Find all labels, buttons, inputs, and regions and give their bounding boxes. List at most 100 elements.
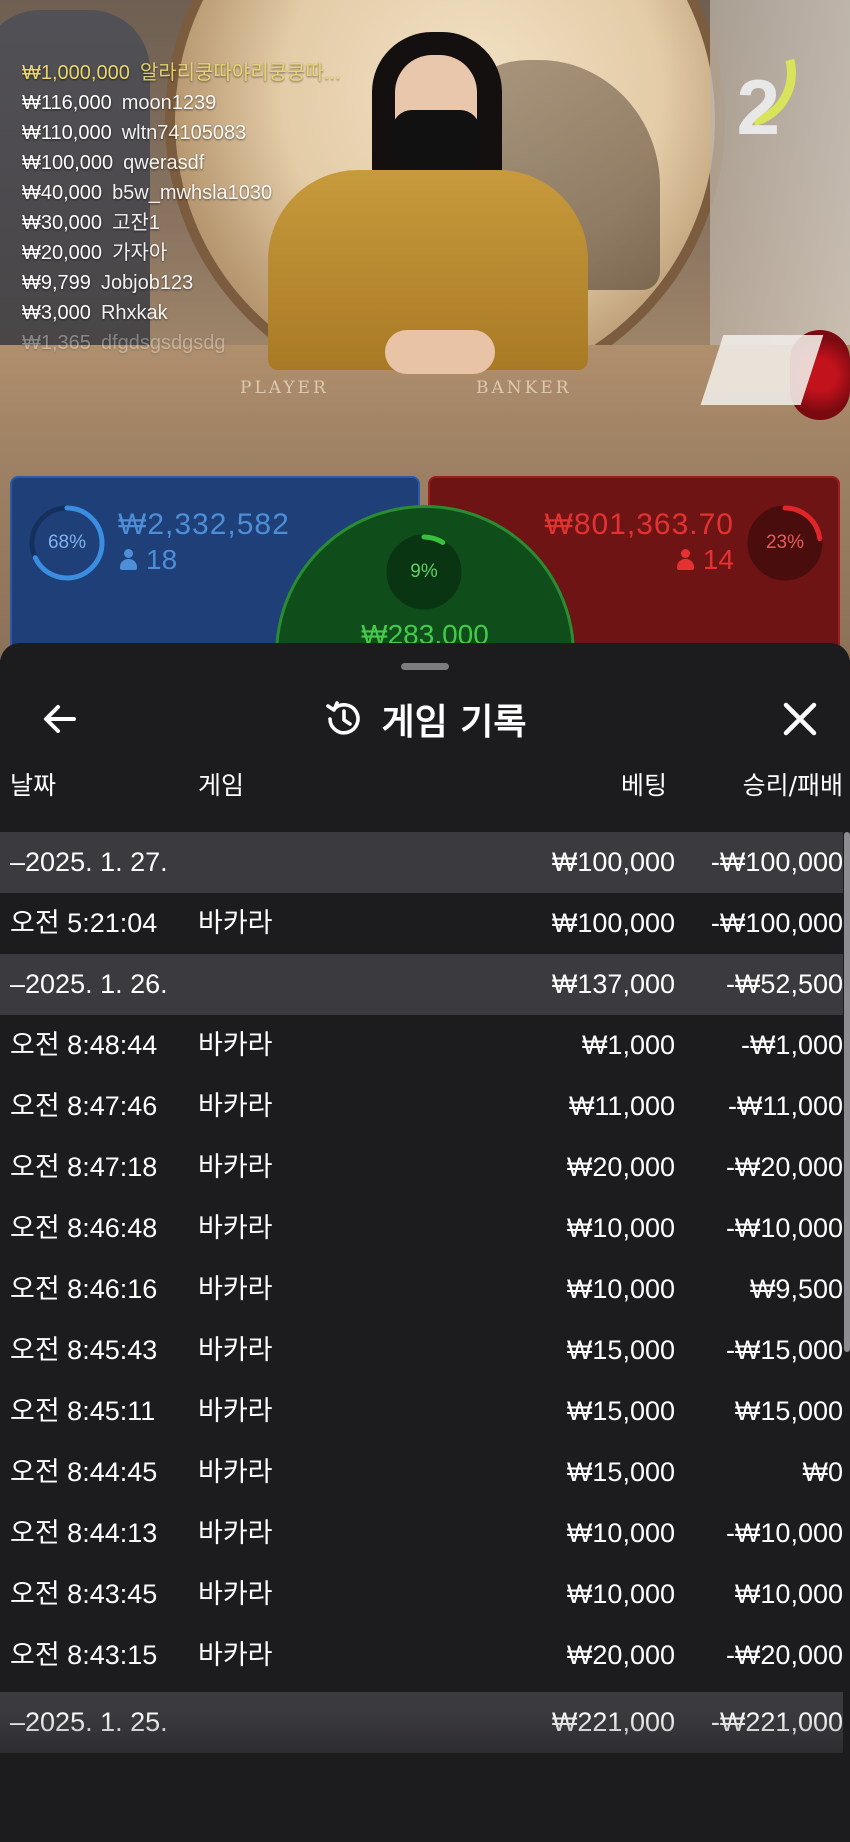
chat-username: b5w_mwhsla1030 [112, 182, 273, 204]
banker-count: 14 [676, 544, 734, 576]
row-result: ₩10,000 [734, 1579, 843, 1609]
chat-amount: ₩110,000 [22, 122, 112, 144]
history-row: 오전 8:45:11 바카라 ₩15,000 ₩15,000 [0, 1381, 843, 1442]
row-time: 오전 8:45:43 [10, 1335, 158, 1365]
row-result: -₩10,000 [725, 1518, 843, 1548]
row-game: 바카라 [198, 1579, 273, 1609]
chat-message: ₩40,000 b5w_mwhsla1030 [22, 178, 362, 208]
date-group-row[interactable]: –2025. 1. 27. ₩100,000 -₩100,000 [0, 832, 843, 893]
row-bet: ₩20,000 [566, 1640, 675, 1670]
column-header-game: 게임 [198, 771, 245, 800]
chat-username: Rhxkak [100, 302, 168, 324]
row-time: 오전 5:21:04 [10, 908, 158, 938]
row-time: 오전 8:44:45 [10, 1457, 158, 1487]
row-result: ₩0 [802, 1457, 844, 1487]
row-time: 오전 8:44:13 [10, 1518, 158, 1548]
chat-message: ₩110,000 wltn74105083 [22, 118, 362, 148]
chat-message: ₩9,799 Jobjob123 [22, 268, 362, 298]
person-icon [676, 549, 694, 571]
chat-username: 알라리쿵따야리쿵쿵따... [139, 62, 341, 84]
row-time: 오전 8:46:16 [10, 1274, 158, 1304]
chat-amount: ₩100,000 [22, 152, 114, 174]
history-row: 오전 8:44:45 바카라 ₩15,000 ₩0 [0, 1442, 843, 1503]
history-row: 오전 8:46:16 바카라 ₩10,000 ₩9,500 [0, 1259, 843, 1320]
chat-amount: ₩40,000 [22, 182, 103, 204]
row-game: 바카라 [198, 1213, 273, 1243]
row-result: ₩15,000 [734, 1396, 843, 1426]
row-bet: ₩1,000 [581, 1030, 675, 1060]
chat-username: Jobjob123 [100, 272, 194, 294]
row-result: -₩20,000 [725, 1152, 843, 1182]
countdown-timer: 2 [665, 0, 817, 151]
countdown-number: 2 [736, 63, 780, 151]
history-row: 오전 8:47:46 바카라 ₩11,000 -₩11,000 [0, 1076, 843, 1137]
sheet-drag-handle[interactable] [401, 663, 449, 670]
history-row: 오전 8:48:44 바카라 ₩1,000 -₩1,000 [0, 1015, 843, 1076]
history-row: 오전 8:46:48 바카라 ₩10,000 -₩10,000 [0, 1198, 843, 1259]
chat-amount: ₩116,000 [22, 92, 112, 114]
row-game: 바카라 [198, 1457, 273, 1487]
row-game: 바카라 [198, 1640, 273, 1670]
history-row: 오전 8:44:13 바카라 ₩10,000 -₩10,000 [0, 1503, 843, 1564]
tie-percent-ring: 9% [385, 533, 463, 611]
column-header-date: 날짜 [10, 771, 57, 800]
player-count-value: 18 [146, 544, 178, 575]
player-percent-ring: 68% [28, 504, 106, 582]
history-row: 오전 8:45:43 바카라 ₩15,000 -₩15,000 [0, 1320, 843, 1381]
player-total: ₩2,332,582 [118, 508, 290, 541]
row-result: -₩1,000 [740, 1030, 843, 1060]
scrollbar[interactable] [844, 832, 850, 1352]
row-bet: ₩15,000 [566, 1396, 675, 1426]
row-bet: ₩15,000 [566, 1457, 675, 1487]
row-game: 바카라 [198, 1335, 273, 1365]
row-bet: ₩10,000 [566, 1274, 675, 1304]
row-bet: ₩100,000 [551, 908, 675, 938]
row-game: 바카라 [198, 1030, 273, 1060]
chat-username: moon1239 [121, 92, 217, 114]
chat-username: dfgdsgsdgsdg [100, 332, 226, 354]
row-result: -₩20,000 [725, 1640, 843, 1670]
game-history-sheet: 게임 기록 날짜 게임 베팅 승리/패배 –2025. 1. 27. ₩100,0… [0, 643, 850, 1842]
row-result: -₩11,000 [727, 1091, 843, 1121]
row-bet: ₩137,000 [551, 969, 675, 999]
history-row: 오전 8:43:15 바카라 ₩20,000 -₩20,000 [0, 1625, 843, 1686]
chat-message: ₩1,365 dfgdsgsdgsdg [22, 328, 362, 358]
chat-amount: ₩3,000 [22, 302, 91, 324]
close-button[interactable] [770, 689, 830, 749]
date-group-label: –2025. 1. 26. [10, 969, 168, 999]
row-result: -₩100,000 [710, 847, 843, 877]
date-group-label: –2025. 1. 25. [10, 1707, 168, 1737]
row-time: 오전 8:43:45 [10, 1579, 158, 1609]
row-bet: ₩100,000 [551, 847, 675, 877]
row-time: 오전 8:48:44 [10, 1030, 158, 1060]
live-video-feed: PLAYER BANKER ₩1,000,000 알라리쿵따야리쿵쿵따... ₩11… [0, 0, 850, 660]
back-button[interactable] [30, 689, 90, 749]
row-time: 오전 8:47:46 [10, 1091, 158, 1121]
date-group-row[interactable]: –2025. 1. 26. ₩137,000 -₩52,500 [0, 954, 843, 1015]
row-time: 오전 8:47:18 [10, 1152, 158, 1182]
chat-message: ₩3,000 Rhxkak [22, 298, 362, 328]
row-result: -₩15,000 [725, 1335, 843, 1365]
date-group-row[interactable]: –2025. 1. 25. ₩221,000 -₩221,000 [0, 1692, 843, 1753]
chat-message: ₩1,000,000 알라리쿵따야리쿵쿵따... [22, 58, 362, 88]
row-result: -₩100,000 [710, 908, 843, 938]
row-game: 바카라 [198, 1396, 273, 1426]
chat-username: qwerasdf [123, 152, 205, 174]
person-icon [120, 549, 137, 571]
chat-amount: ₩1,000,000 [22, 62, 130, 84]
table-label-player: PLAYER [240, 378, 329, 398]
column-header-result: 승리/패배 [742, 771, 843, 800]
chat-amount: ₩30,000 [22, 212, 103, 234]
banker-total: ₩801,363.70 [544, 508, 734, 541]
row-bet: ₩20,000 [566, 1152, 675, 1182]
table-label-banker: BANKER [476, 378, 572, 398]
history-row: 오전 8:47:18 바카라 ₩20,000 -₩20,000 [0, 1137, 843, 1198]
dealer-hands [385, 330, 495, 374]
row-result: -₩221,000 [710, 1707, 843, 1737]
tie-percent: 9% [410, 561, 438, 582]
row-time: 오전 8:43:15 [10, 1640, 158, 1670]
chat-message: ₩30,000 고잔1 [22, 208, 362, 238]
row-result: ₩9,500 [749, 1274, 843, 1304]
arrow-left-icon [44, 705, 76, 733]
chat-username: 고잔1 [112, 212, 160, 234]
